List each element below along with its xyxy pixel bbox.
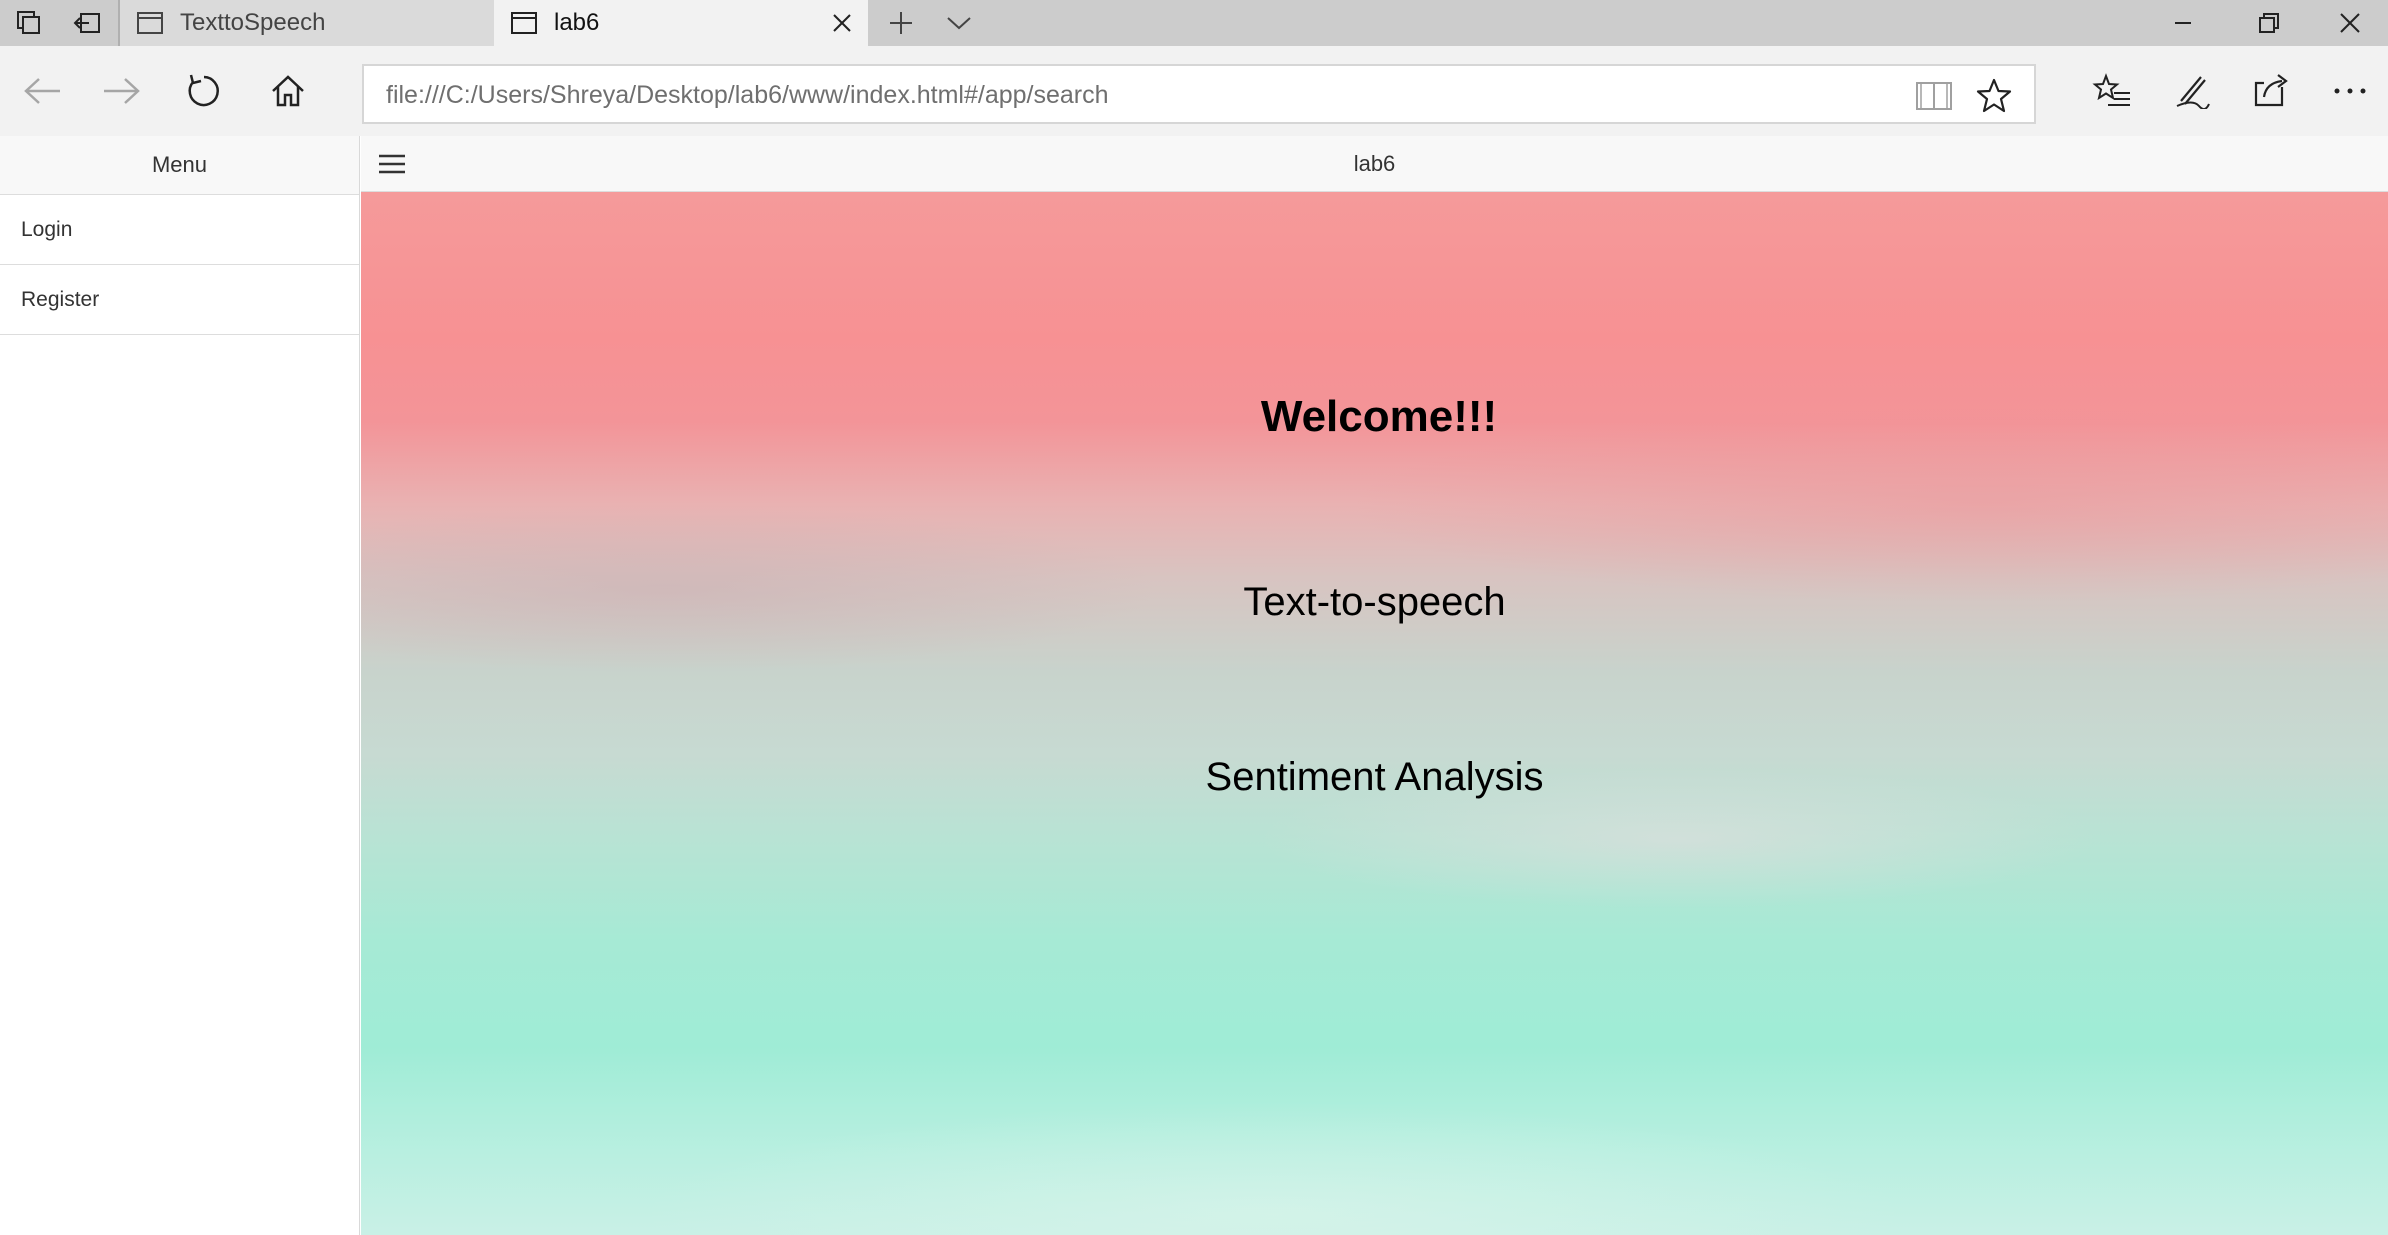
refresh-button[interactable] [164,46,244,136]
page-icon [137,12,163,34]
set-aside-tabs-icon [73,13,100,33]
home-icon [272,75,304,107]
sidebar-item-register[interactable]: Register [0,265,359,335]
close-icon [2340,13,2360,33]
share-button[interactable] [2232,46,2312,136]
text-to-speech-link[interactable]: Text-to-speech [361,580,2388,625]
address-bar[interactable] [362,64,2036,124]
reading-view-button[interactable] [1912,74,1956,118]
home-button[interactable] [248,46,328,136]
add-notes-button[interactable] [2152,46,2232,136]
book-icon [1916,82,1952,110]
sidebar-item-label: Register [21,287,100,311]
tab-title: TexttoSpeech [180,9,326,36]
more-dots-icon [2334,88,2366,94]
new-tab-button[interactable] [872,0,930,46]
restore-icon [2259,13,2279,33]
tab-list-button[interactable] [930,0,988,46]
star-icon [1976,78,2012,113]
close-window-button[interactable] [2312,0,2388,46]
app-header: lab6 [361,136,2388,192]
tab-texttospeech[interactable]: TexttoSpeech [120,0,494,46]
menu-title: Menu [0,136,359,195]
add-favorite-button[interactable] [1972,74,2016,118]
minimize-icon [2175,22,2191,24]
side-menu: Menu Login Register [0,136,360,1235]
back-arrow-icon [24,78,60,104]
pen-icon [2176,76,2210,109]
restore-button[interactable] [2226,0,2312,46]
minimize-button[interactable] [2140,0,2226,46]
close-tab-icon[interactable] [830,11,854,35]
sentiment-analysis-link[interactable]: Sentiment Analysis [361,755,2388,800]
tab-title: lab6 [554,9,600,36]
plus-icon [890,12,912,34]
url-input[interactable] [384,66,1868,124]
chevron-down-icon [947,17,971,30]
refresh-icon [188,74,219,107]
back-button[interactable] [2,46,82,136]
set-aside-tabs-button[interactable] [58,0,116,46]
tab-preview-button[interactable] [0,0,58,46]
favorites-list-icon [2092,73,2130,106]
browser-toolbar [0,46,2388,136]
sidebar-item-label: Login [21,217,73,241]
page-title: lab6 [1353,151,1396,176]
favorites-hub-button[interactable] [2072,46,2152,136]
welcome-heading: Welcome!!! [1260,392,1498,441]
tab-lab6[interactable]: lab6 [494,0,868,46]
sidebar-item-login[interactable]: Login [0,195,359,265]
page-icon [511,12,537,34]
tab-strip: TexttoSpeech lab6 [0,0,2388,46]
more-button[interactable] [2310,46,2388,136]
menu-toggle-button[interactable] [371,144,413,184]
forward-button[interactable] [82,46,162,136]
hamburger-icon [379,154,405,174]
main-content: Welcome!!! Text-to-speech Sentiment Anal… [361,192,2388,1235]
share-icon [2254,74,2288,107]
tab-preview-icon [17,11,40,34]
forward-arrow-icon [104,78,140,104]
